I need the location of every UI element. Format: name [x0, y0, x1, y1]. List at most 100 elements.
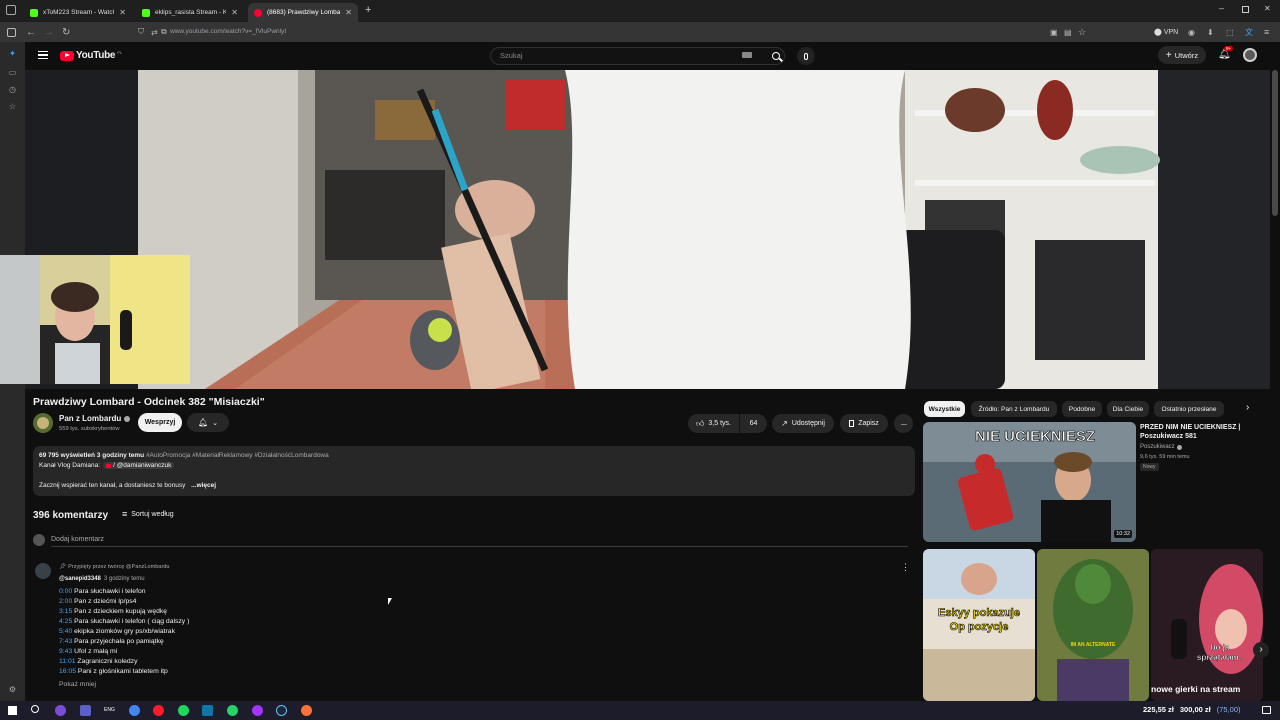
firefox-icon[interactable]	[301, 705, 312, 716]
chip-similar[interactable]: Podobne	[1062, 401, 1102, 417]
create-button[interactable]: + Utwórz	[1158, 46, 1206, 64]
favorites-icon[interactable]: ☆	[7, 101, 18, 112]
timestamp-link[interactable]: 7:43	[59, 638, 72, 645]
reader-icon[interactable]: ▤	[1064, 22, 1072, 42]
tab-0[interactable]: xToM223 Stream - Watch L ✕	[24, 3, 132, 22]
subscribed-dropdown-button[interactable]: 🔔︎ ⌄	[187, 413, 229, 432]
description-box[interactable]: 69 795 wyświetleń 3 godziny temu #AutoPr…	[33, 446, 915, 496]
comment-menu-icon[interactable]: ⋮	[901, 562, 910, 573]
like-button[interactable]: 👍︎ 3,5 tys.	[688, 414, 739, 433]
chip-source[interactable]: Źródło: Pan z Lombardu	[971, 401, 1057, 417]
related-video-thumbnail[interactable]: NIE UCIEKNIESZ 10:32	[923, 422, 1136, 542]
search-input[interactable]: Szukaj	[490, 47, 785, 65]
hamburger-menu-icon[interactable]	[38, 51, 48, 59]
timestamp-link[interactable]: 5:40	[59, 628, 72, 635]
tab-list-icon[interactable]	[6, 5, 16, 15]
timestamp-link[interactable]: 0:00	[59, 588, 72, 595]
channel-link-chip[interactable]: / @damianiwanczuk	[103, 462, 175, 469]
commenter-avatar[interactable]	[35, 563, 51, 579]
share-button[interactable]: ↗ Udostępnij	[772, 414, 834, 433]
bookmark-star-icon[interactable]: ☆	[1078, 22, 1086, 42]
back-icon[interactable]: ←	[26, 22, 36, 42]
search-button[interactable]	[762, 47, 790, 65]
keyboard-icon[interactable]	[742, 52, 752, 58]
messenger-icon[interactable]	[252, 705, 263, 716]
vpn-icon[interactable]: ⬤ VPN	[1154, 22, 1178, 42]
translate-icon[interactable]: 文	[1245, 22, 1253, 42]
teams-icon[interactable]	[80, 705, 91, 716]
forward-icon[interactable]: →	[44, 22, 54, 42]
maximize-icon[interactable]	[1242, 6, 1249, 13]
short-card[interactable]: bo ja sprzątałam.. nowe gierki na stream	[1151, 549, 1263, 701]
site-settings-icon[interactable]: ⇄	[151, 22, 158, 42]
youtube-logo[interactable]: YouTube PL	[60, 50, 122, 61]
history-icon[interactable]: ◷	[7, 84, 18, 95]
more-link[interactable]: ...więcej	[191, 482, 216, 489]
app-icon[interactable]	[202, 705, 213, 716]
close-icon[interactable]: ✕	[119, 8, 126, 17]
spotify-icon[interactable]	[178, 705, 189, 716]
windows-start-icon[interactable]	[8, 706, 17, 715]
new-tab-icon[interactable]: +	[365, 4, 371, 16]
screenshot-icon[interactable]: ▣	[1050, 22, 1058, 42]
sort-button[interactable]: ≡ Sortuj według	[122, 509, 174, 519]
hashtags[interactable]: #AutoPromocja #MateriałReklamowy #Działa…	[146, 452, 329, 459]
notification-center-icon[interactable]	[1262, 706, 1271, 714]
timestamp-link[interactable]: 11:01	[59, 658, 76, 665]
dislike-button[interactable]: 64	[740, 414, 767, 433]
account-avatar[interactable]	[1243, 48, 1257, 62]
url-field[interactable]: www.youtube.com/watch?v=_fVluPwnlyI	[170, 26, 286, 38]
settings-gear-icon[interactable]: ⚙	[7, 684, 18, 695]
menu-icon[interactable]: ≡	[1264, 22, 1269, 42]
opera-icon[interactable]	[153, 705, 164, 716]
related-video-channel[interactable]: Poszukiwacz	[1140, 444, 1182, 450]
chevron-right-icon[interactable]: ›	[1246, 402, 1249, 413]
chip-all[interactable]: Wszystkie	[924, 401, 965, 417]
channel-avatar[interactable]	[33, 413, 53, 433]
shield-icon[interactable]: ⛉	[138, 22, 144, 42]
scrollbar-thumb[interactable]	[1272, 70, 1278, 216]
app-green-icon[interactable]	[227, 705, 238, 716]
timestamp-link[interactable]: 2:00	[59, 598, 72, 605]
search-icon[interactable]	[31, 705, 39, 713]
comment-author[interactable]: @sanepid3348	[59, 576, 101, 582]
downloads-icon[interactable]: ⬇	[1207, 22, 1214, 42]
steam-icon[interactable]	[276, 705, 287, 716]
browser-icon[interactable]	[129, 705, 140, 716]
close-window-icon[interactable]: ✕	[1264, 4, 1271, 13]
add-comment-input[interactable]: Dodaj komentarz	[51, 536, 104, 543]
extension-icon[interactable]: ⧉	[161, 22, 167, 42]
save-button[interactable]: Zapisz	[840, 414, 888, 433]
minimize-icon[interactable]: –	[1219, 3, 1224, 13]
close-icon[interactable]: ✕	[231, 8, 238, 17]
extensions-puzzle-icon[interactable]: ⬚	[1226, 22, 1234, 42]
tab-2[interactable]: (8683) Prawdziwy Lombard - Od ✕	[248, 3, 358, 22]
short-card[interactable]: Eskyy pokazuje Op pozycje	[923, 549, 1035, 701]
language-label[interactable]: ENG	[104, 707, 115, 713]
close-icon[interactable]: ✕	[345, 8, 352, 17]
shorts-next-arrow-icon[interactable]: ›	[1253, 642, 1269, 658]
tab-label: eklips_rasista Stream - Kick	[155, 9, 227, 16]
add-panel-icon[interactable]: ✦	[7, 48, 18, 59]
comment-time[interactable]: 3 godziny temu	[104, 576, 145, 582]
more-actions-button[interactable]: ···	[894, 414, 913, 433]
wallet-icon[interactable]: ◉	[1188, 22, 1195, 42]
timestamp-link[interactable]: 16:05	[59, 668, 76, 675]
channel-name[interactable]: Pan z Lombardu	[59, 414, 131, 423]
chip-for-you[interactable]: Dla Ciebie	[1107, 401, 1149, 417]
reload-icon[interactable]: ↻	[62, 22, 70, 42]
sidebar-toggle-icon[interactable]	[7, 22, 16, 42]
timestamp-link[interactable]: 3:15	[59, 608, 72, 615]
timestamp-link[interactable]: 4:25	[59, 618, 72, 625]
related-video-title[interactable]: PRZED NIM NIE UCIEKNIESZ | Poszukiwacz 5…	[1140, 423, 1275, 441]
voice-search-button[interactable]	[797, 47, 815, 65]
support-button[interactable]: Wesprzyj	[138, 413, 182, 432]
tab-1[interactable]: eklips_rasista Stream - Kick ✕	[136, 3, 244, 22]
show-less-link[interactable]: Pokaż mniej	[59, 681, 96, 688]
timestamp-link[interactable]: 9:43	[59, 648, 72, 655]
bookmarks-icon[interactable]: ▭	[7, 67, 18, 78]
copilot-icon[interactable]	[55, 705, 66, 716]
short-card[interactable]: IM AN ALTERNATE	[1037, 549, 1149, 701]
chip-recent[interactable]: Ostatnio przesłane	[1154, 401, 1224, 417]
video-player[interactable]	[25, 70, 1270, 389]
